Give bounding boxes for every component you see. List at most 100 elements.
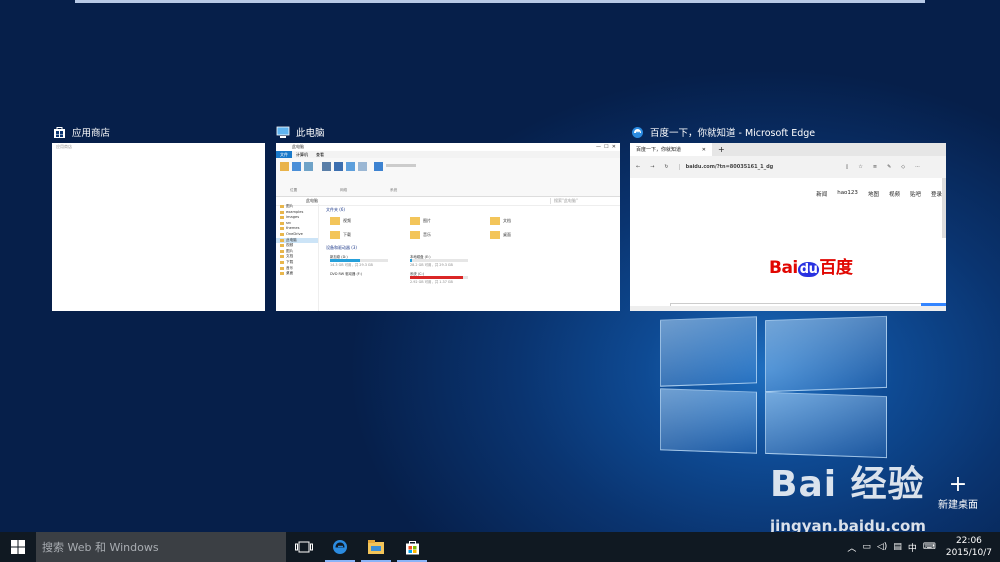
thumbnail-title-store[interactable]: 应用商店	[52, 123, 110, 141]
tab-view[interactable]: 查看	[312, 151, 328, 158]
ime-indicator[interactable]: 中	[908, 541, 917, 554]
favorite-star-icon[interactable]: ☆	[858, 164, 862, 170]
link-tieba[interactable]: 贴吧	[910, 190, 921, 198]
drive-item[interactable]: 本地磁盘 (E:) 28.2 GB 可用，共 29.3 GB	[410, 254, 490, 267]
task-view-icon	[295, 541, 313, 553]
folder-item[interactable]: 视频	[330, 217, 410, 225]
ribbon-network-icons	[322, 162, 370, 184]
sidebar-item[interactable]: 桌面	[276, 271, 318, 277]
ribbon-group-network: 网络	[340, 188, 348, 192]
folder-item[interactable]: 音乐	[410, 231, 490, 239]
tab-file[interactable]: 文件	[276, 151, 292, 158]
task-view-button[interactable]	[286, 532, 322, 562]
thumbnail-title-this-pc[interactable]: 此电脑	[276, 123, 325, 141]
top-highlight-strip	[75, 0, 925, 3]
explorer-window-thumbnail[interactable]: 此电脑 — ☐ ✕ 文件 计算机 查看 位置 网络 系统 此电脑 搜索"此电脑"	[276, 143, 620, 311]
link-hao123[interactable]: hao123	[837, 190, 858, 198]
thumbnail-title-label: 百度一下，你就知道 - Microsoft Edge	[650, 128, 816, 139]
link-news[interactable]: 新闻	[816, 190, 827, 198]
taskbar-store-button[interactable]	[394, 532, 430, 562]
explorer-ribbon: 位置 网络 系统	[276, 158, 620, 197]
folder-icon	[330, 217, 340, 225]
explorer-titlebar: 此电脑 — ☐ ✕	[276, 143, 620, 151]
taskbar: 搜索 Web 和 Windows ︿ ▭ ◁) ▤ 中 ⌨ 22:06 2015…	[0, 532, 1000, 562]
plus-icon: +	[948, 472, 968, 497]
drive-item[interactable]: 系统 (C:) 2.92 GB 可用，共 1.37 GB	[410, 271, 490, 284]
new-tab-icon[interactable]: +	[718, 145, 725, 154]
edge-tab[interactable]: 百度一下，你就知道 ✕	[630, 143, 712, 156]
share-icon[interactable]: ◇	[901, 164, 905, 170]
clock-time: 22:06	[955, 536, 982, 546]
folders-header: 文件夹 (6)	[326, 207, 345, 212]
volume-icon[interactable]: ◁)	[877, 542, 887, 552]
reading-view-icon[interactable]: ▯	[846, 164, 849, 170]
taskbar-edge-button[interactable]	[322, 532, 358, 562]
explorer-title: 此电脑	[292, 144, 304, 149]
vertical-scrollbar[interactable]	[942, 178, 946, 238]
store-window-thumbnail[interactable]: 应用商店	[52, 143, 265, 311]
hub-icon[interactable]: ≡	[873, 164, 877, 170]
link-login[interactable]: 登录	[931, 190, 942, 198]
baidu-jingyan-watermark: Bai 经验 jingyan.baidu.com	[770, 455, 926, 532]
new-desktop-button[interactable]: + 新建桌面	[938, 472, 978, 512]
drive-item[interactable]: DVD RW 驱动器 (F:)	[330, 271, 410, 284]
edge-tab-title: 百度一下，你就知道	[636, 147, 682, 153]
link-map[interactable]: 地图	[868, 190, 879, 198]
folder-icon	[490, 231, 500, 239]
edge-window-thumbnail[interactable]: 百度一下，你就知道 ✕ + ← → ↻ baidu.com/?tn=800351…	[630, 143, 946, 311]
thumbnail-title-label: 应用商店	[72, 128, 111, 139]
system-tray: ︿ ▭ ◁) ▤ 中 ⌨ 22:06 2015/10/7	[847, 532, 1000, 562]
start-button[interactable]	[0, 532, 36, 562]
store-titlebar-label: 应用商店	[56, 144, 72, 149]
back-icon[interactable]: ←	[636, 164, 640, 170]
devices-header: 设备和驱动器 (3)	[326, 245, 357, 250]
chevron-up-icon[interactable]: ︿	[847, 541, 856, 554]
this-pc-icon	[276, 125, 290, 139]
folder-item[interactable]: 桌面	[490, 231, 570, 239]
edge-icon	[333, 540, 347, 554]
thumbnail-title-edge[interactable]: 百度一下，你就知道 - Microsoft Edge	[630, 123, 815, 141]
watermark-sub: jingyan.baidu.com	[770, 517, 926, 532]
horizontal-scrollbar[interactable]	[630, 306, 946, 311]
tab-computer[interactable]: 计算机	[292, 151, 312, 158]
new-desktop-label: 新建桌面	[938, 500, 978, 511]
windows-start-icon	[11, 540, 25, 554]
keyboard-icon[interactable]: ⌨	[923, 542, 936, 552]
action-center-icon[interactable]: ▤	[893, 542, 902, 552]
baidu-links: 新闻 hao123 地图 视频 贴吧 登录	[816, 190, 942, 198]
note-icon[interactable]: ✎	[887, 164, 891, 170]
desktop: 应用商店 应用商店 此电脑 此电脑 — ☐ ✕ 文件 计算机 查看 位置 网络 …	[0, 0, 1000, 532]
folder-item[interactable]: 文档	[490, 217, 570, 225]
folder-item[interactable]: 图片	[410, 217, 490, 225]
drives-grid: 新加卷 (D:) 14.3 GB 可用，共 29.3 GB 本地磁盘 (E:) …	[322, 254, 620, 284]
window-controls-icon: — ☐ ✕	[595, 144, 616, 150]
file-explorer-icon	[368, 540, 384, 554]
tab-close-icon[interactable]: ✕	[702, 147, 706, 153]
thumbnail-title-label: 此电脑	[296, 128, 325, 139]
store-icon	[405, 540, 419, 554]
network-icon[interactable]: ▭	[862, 542, 871, 552]
taskbar-explorer-button[interactable]	[358, 532, 394, 562]
folder-icon	[410, 231, 420, 239]
more-icon[interactable]: ⋯	[915, 164, 920, 170]
ribbon-system-icons	[374, 162, 424, 184]
drive-item[interactable]: 新加卷 (D:) 14.3 GB 可用，共 29.3 GB	[330, 254, 410, 267]
edge-icon	[630, 125, 644, 139]
store-titlebar: 应用商店	[52, 143, 265, 151]
folder-item[interactable]: 下载	[330, 231, 410, 239]
url-field[interactable]: baidu.com/?tn=80035161_1_dg	[678, 164, 836, 170]
baidu-page: 新闻 hao123 地图 视频 贴吧 登录 Baidu百度 百度	[630, 178, 946, 311]
link-video[interactable]: 视频	[889, 190, 900, 198]
folder-icon	[490, 217, 500, 225]
edge-nav-bar: ← → ↻ baidu.com/?tn=80035161_1_dg ▯ ☆ ≡ …	[630, 156, 946, 178]
taskbar-search-box[interactable]: 搜索 Web 和 Windows	[36, 532, 286, 562]
edge-tab-bar: 百度一下，你就知道 ✕ +	[630, 143, 946, 156]
baidu-logo: Bai du 百度	[769, 258, 853, 278]
explorer-ribbon-tabs: 文件 计算机 查看	[276, 151, 620, 158]
forward-icon[interactable]: →	[650, 164, 654, 170]
ribbon-group-location: 位置	[290, 188, 298, 192]
clock[interactable]: 22:06 2015/10/7	[946, 535, 992, 559]
refresh-icon[interactable]: ↻	[664, 164, 668, 170]
ribbon-location-icons	[280, 162, 314, 184]
explorer-search[interactable]: 搜索"此电脑"	[550, 198, 614, 204]
